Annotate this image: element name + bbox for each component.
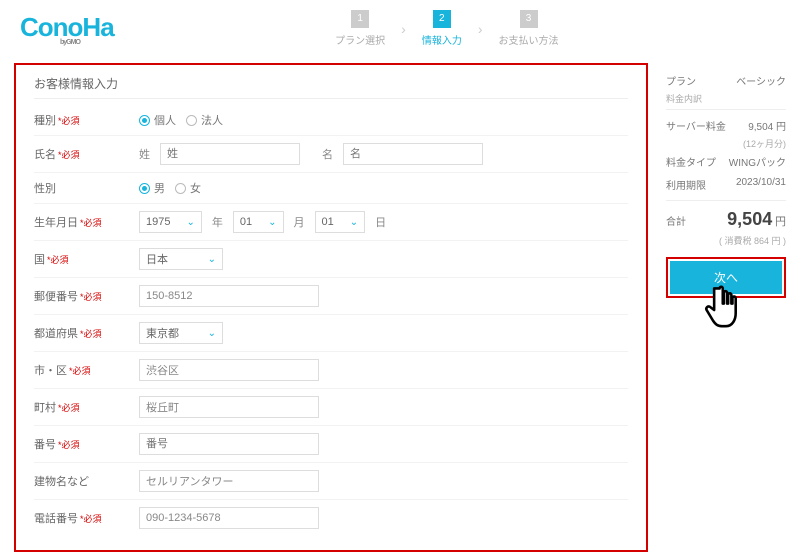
- required-marker: *必須: [80, 218, 102, 228]
- total-value: 9,504: [727, 209, 772, 229]
- chevron-right-icon: ›: [478, 21, 483, 37]
- fee-type-label: 料金タイプ: [666, 154, 716, 169]
- required-marker: *必須: [58, 403, 80, 413]
- step-num: 2: [433, 10, 451, 28]
- period-label: 利用期限: [666, 177, 706, 192]
- summary-panel: プラン ベーシック 料金内訳 サーバー料金 9,504 円 (12ヶ月分) 料金タイ…: [666, 63, 786, 552]
- chevron-down-icon: ⌄: [350, 217, 358, 228]
- sei-label: 姓: [139, 146, 150, 162]
- number-input[interactable]: [139, 433, 319, 455]
- required-marker: *必須: [58, 440, 80, 450]
- city-label: 市・区: [34, 365, 67, 377]
- server-fee-label: サーバー料金: [666, 118, 726, 133]
- period-value: 2023/10/31: [736, 177, 786, 192]
- stepper: 1 プラン選択 › 2 情報入力 › 3 お支払い方法: [335, 10, 558, 47]
- birth-year-select[interactable]: 1975⌄: [139, 211, 202, 233]
- pref-label: 都道府県: [34, 328, 78, 340]
- chevron-right-icon: ›: [401, 21, 406, 37]
- birth-day-select[interactable]: 01⌄: [315, 211, 366, 233]
- chevron-down-icon: ⌄: [208, 328, 216, 339]
- step-label: 情報入力: [422, 32, 462, 47]
- total-unit: 円: [775, 216, 786, 228]
- day-unit: 日: [375, 214, 386, 230]
- postal-label: 郵便番号: [34, 291, 78, 303]
- fee-type-value: WINGパック: [729, 154, 786, 169]
- breakdown-label: 料金内訳: [666, 92, 786, 105]
- step-label: お支払い方法: [499, 32, 559, 47]
- step-num: 3: [520, 10, 538, 28]
- chevron-down-icon: ⌄: [186, 217, 194, 228]
- phone-input[interactable]: [139, 507, 319, 529]
- city-input[interactable]: [139, 359, 319, 381]
- postal-input[interactable]: [139, 285, 319, 307]
- step-info: 2 情報入力: [422, 10, 462, 47]
- step-label: プラン選択: [335, 32, 385, 47]
- gender-radio-female[interactable]: 女: [175, 180, 201, 196]
- step-payment: 3 お支払い方法: [499, 10, 559, 47]
- form-title: お客様情報入力: [34, 75, 628, 99]
- town-input[interactable]: [139, 396, 319, 418]
- step-plan: 1 プラン選択: [335, 10, 385, 47]
- chevron-down-icon: ⌄: [268, 217, 276, 228]
- required-marker: *必須: [80, 514, 102, 524]
- radio-icon: [186, 115, 197, 126]
- mei-label: 名: [322, 146, 333, 162]
- logo: ConoHa byGMO: [20, 12, 114, 46]
- required-marker: *必須: [69, 366, 91, 376]
- year-unit: 年: [212, 214, 223, 230]
- prefecture-select[interactable]: 東京都⌄: [139, 322, 223, 344]
- plan-value: ベーシック: [736, 73, 786, 88]
- next-button[interactable]: 次へ: [670, 261, 782, 294]
- country-label: 国: [34, 254, 45, 266]
- town-label: 町村: [34, 402, 56, 414]
- type-label: 種別: [34, 115, 56, 127]
- radio-icon: [139, 183, 150, 194]
- required-marker: *必須: [80, 329, 102, 339]
- server-fee-note: (12ヶ月分): [666, 137, 786, 150]
- total-label: 合計: [666, 213, 686, 228]
- header: ConoHa byGMO 1 プラン選択 › 2 情報入力 › 3 お支払い方法: [0, 0, 800, 63]
- customer-info-form: お客様情報入力 種別*必須 個人 法人 氏名*必須 姓 名 性別 男 女: [14, 63, 648, 552]
- type-radio-individual[interactable]: 個人: [139, 112, 176, 128]
- required-marker: *必須: [47, 255, 69, 265]
- tax-note: ( 消費税 864 円 ): [666, 234, 786, 247]
- chevron-down-icon: ⌄: [208, 254, 216, 265]
- name-label: 氏名: [34, 149, 56, 161]
- birth-month-select[interactable]: 01⌄: [233, 211, 284, 233]
- radio-icon: [175, 183, 186, 194]
- firstname-input[interactable]: [343, 143, 483, 165]
- required-marker: *必須: [80, 292, 102, 302]
- plan-label: プラン: [666, 73, 696, 88]
- phone-label: 電話番号: [34, 513, 78, 525]
- month-unit: 月: [294, 214, 305, 230]
- lastname-input[interactable]: [160, 143, 300, 165]
- logo-text: ConoHa: [20, 12, 114, 42]
- next-button-frame: 次へ: [666, 257, 786, 298]
- building-input[interactable]: [139, 470, 319, 492]
- gender-radio-male[interactable]: 男: [139, 180, 165, 196]
- required-marker: *必須: [58, 150, 80, 160]
- step-num: 1: [351, 10, 369, 28]
- number-label: 番号: [34, 439, 56, 451]
- birth-label: 生年月日: [34, 217, 78, 229]
- server-fee-value: 9,504 円: [748, 118, 786, 133]
- country-select[interactable]: 日本⌄: [139, 248, 223, 270]
- gender-label: 性別: [34, 183, 56, 195]
- building-label: 建物名など: [34, 476, 89, 488]
- required-marker: *必須: [58, 116, 80, 126]
- type-radio-corporate[interactable]: 法人: [186, 112, 223, 128]
- radio-icon: [139, 115, 150, 126]
